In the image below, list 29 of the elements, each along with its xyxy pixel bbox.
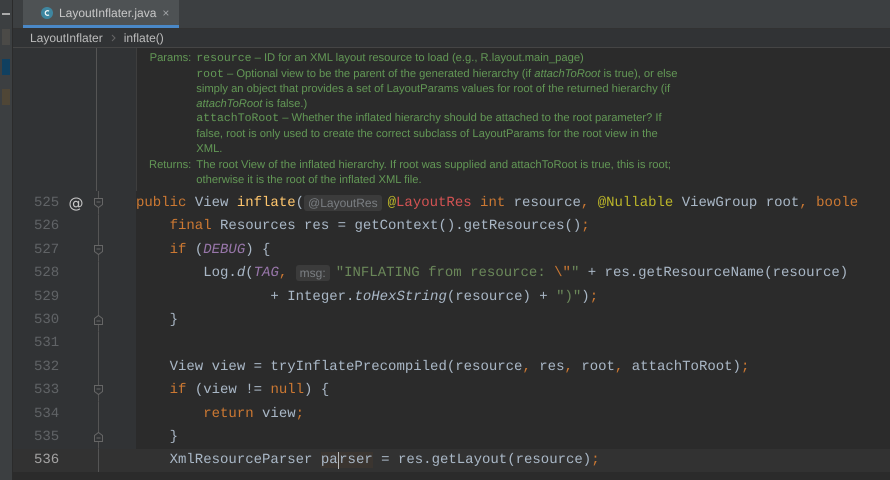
code-line: View view = tryInflatePrecompiled(resource, res, root, attachToRoot); <box>168 358 750 375</box>
breadcrumb-item[interactable]: inflate() <box>124 31 164 45</box>
doc-label: Params: <box>149 51 192 66</box>
code-line: + Integer.toHexString(resource) + ")"); <box>269 288 600 305</box>
chevron-icon <box>110 34 116 42</box>
code-line: if (DEBUG) { <box>168 242 272 258</box>
doc-paragraph: resource – ID for an XML layout resource to load (e.g., R.layout.main_page) <box>196 51 585 67</box>
code-line: return view; <box>202 406 306 422</box>
editor-tab[interactable]: LayoutInflater.java × <box>23 0 180 28</box>
fold-icon[interactable] <box>94 198 102 208</box>
line-number: 536 <box>33 452 60 468</box>
breadcrumb-item[interactable]: LayoutInflater <box>30 31 103 45</box>
fold-icon[interactable] <box>94 432 102 442</box>
code-line: Log.d(TAG, msg: "INFLATING from resource: \"" + res.getResourceName(resource) <box>202 265 850 282</box>
fold-icon[interactable] <box>94 244 102 255</box>
doc-label: Returns: <box>149 158 192 174</box>
fold-icon[interactable] <box>94 314 102 325</box>
doc-paragraph: attachToRoot – Whether the inflated hierarchy should be attached to the root parameter? If false, root is only used to create the correct subclass of LayoutParams for the root view in the XML. <box>196 111 663 156</box>
code-line: } <box>168 312 180 328</box>
code-line: XmlResourceParser pa rser = res.getLayout(resource); <box>168 452 601 469</box>
doc-paragraph: The root View of the inflated hierarchy. If root was supplied and attachToRoot is true, this is root; otherwise it is the root of the inflated XML file. <box>196 158 672 188</box>
fold-icon[interactable] <box>94 385 102 396</box>
code-line: } <box>168 428 180 445</box>
override-marker[interactable]: @ <box>68 194 84 212</box>
class-file-icon <box>41 6 53 18</box>
doc-paragraph: root – Optional view to be the parent of the generated hierarchy (if attachToRoot is true), or else simply an object that provides a set of LayoutParams values for root of the returned hierarchy (if attachToRoot is false.) <box>196 66 678 112</box>
code-line: final Resources res = getContext().getResources(); <box>168 218 591 234</box>
code-line: public View inflate( @LayoutRes @LayoutRes int resource, @Nullable ViewGroup root, boole <box>136 195 860 212</box>
code-line: if (view != null) { <box>168 382 330 398</box>
